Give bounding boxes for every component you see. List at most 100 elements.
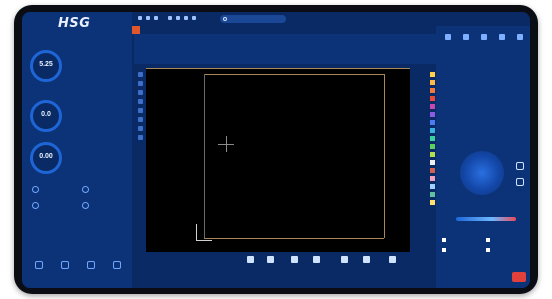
stat-row <box>70 64 128 69</box>
tool-icon[interactable] <box>138 90 143 95</box>
left-bottom-button[interactable] <box>28 258 50 284</box>
power-gauge: 0.0 <box>30 100 62 132</box>
toolbar-icon[interactable] <box>176 16 180 20</box>
layer-color-swatch[interactable] <box>430 152 435 157</box>
work-area-edge <box>204 74 205 238</box>
left-bottom-button[interactable] <box>54 258 76 284</box>
toolbar-icon[interactable] <box>192 16 196 20</box>
panel-button[interactable] <box>476 34 491 42</box>
stat-row <box>70 140 128 145</box>
option-toggle[interactable] <box>32 202 41 209</box>
side-icon[interactable] <box>516 162 524 170</box>
toolbar-icon[interactable] <box>154 16 158 20</box>
stat-row <box>70 106 128 111</box>
toolbar-button[interactable] <box>286 256 302 274</box>
layer-color-swatch[interactable] <box>430 144 435 149</box>
toolbar-button[interactable] <box>262 256 278 274</box>
option-checkbox[interactable] <box>486 248 492 252</box>
layer-color-swatch[interactable] <box>430 184 435 189</box>
stat-row <box>70 56 128 61</box>
tool-icon <box>266 256 274 263</box>
layer-color-swatch[interactable] <box>430 88 435 93</box>
table-row <box>32 212 128 219</box>
option-checkbox[interactable] <box>486 238 492 242</box>
tool-icon <box>516 34 523 40</box>
toolbar-button[interactable] <box>384 256 400 274</box>
toolbar-icon[interactable] <box>138 16 142 20</box>
toolbar-button[interactable] <box>358 256 374 274</box>
toolbar-icon[interactable] <box>146 16 150 20</box>
toolbar-button[interactable] <box>336 256 352 274</box>
panel-button[interactable] <box>440 34 455 42</box>
layer-color-swatch[interactable] <box>430 128 435 133</box>
tool-icon[interactable] <box>138 72 143 77</box>
layer-color-swatch[interactable] <box>430 120 435 125</box>
layer-color-swatch[interactable] <box>430 176 435 181</box>
tool-icon <box>340 256 348 263</box>
layer-color-swatch[interactable] <box>430 72 435 77</box>
tool-icon[interactable] <box>138 81 143 86</box>
origin-marker <box>196 224 197 240</box>
tab-2[interactable] <box>141 26 149 34</box>
stat-row <box>70 48 128 53</box>
stat-row <box>70 114 128 119</box>
left-bottom-buttons <box>26 258 130 284</box>
right-control-panel <box>436 26 530 288</box>
ribbon-toolbar <box>134 34 436 64</box>
layer-color-swatch[interactable] <box>430 168 435 173</box>
tool-icon[interactable] <box>138 108 143 113</box>
panel-button[interactable] <box>494 34 509 42</box>
left-tool-strip <box>136 68 145 252</box>
tool-icon <box>113 261 121 269</box>
app-screen: HSG 5.25 0.0 0.00 <box>22 12 530 288</box>
side-icon[interactable] <box>516 178 524 186</box>
tool-icon[interactable] <box>138 117 143 122</box>
tool-icon[interactable] <box>138 99 143 104</box>
option-checkbox[interactable] <box>442 238 448 242</box>
left-bottom-button[interactable] <box>80 258 102 284</box>
layer-color-swatch[interactable] <box>430 104 435 109</box>
option-toggle[interactable] <box>32 186 41 193</box>
layer-color-swatch[interactable] <box>430 200 435 205</box>
tool-icon[interactable] <box>138 126 143 131</box>
layer-color-swatch[interactable] <box>430 112 435 117</box>
search-input[interactable] <box>220 15 286 23</box>
drawing-canvas[interactable] <box>146 68 410 252</box>
toolbar-icon[interactable] <box>168 16 172 20</box>
option-toggle[interactable] <box>82 186 91 193</box>
table-row <box>32 240 128 247</box>
tool-icon[interactable] <box>138 135 143 140</box>
speed-slider[interactable] <box>456 217 516 221</box>
option-checkbox[interactable] <box>442 248 448 252</box>
stat-row <box>70 98 128 103</box>
layer-color-swatch[interactable] <box>430 160 435 165</box>
tool-icon <box>87 261 95 269</box>
layer-color-swatch[interactable] <box>430 136 435 141</box>
time-gauge: 0.00 <box>30 142 62 174</box>
work-area-edge <box>384 74 385 238</box>
tab-3[interactable] <box>150 26 158 34</box>
top-bar <box>132 12 530 26</box>
option-toggle[interactable] <box>82 202 91 209</box>
bottom-toolbar <box>146 252 436 288</box>
left-bottom-button[interactable] <box>106 258 128 284</box>
power-gauge-value: 0.0 <box>41 111 51 118</box>
toolbar-button[interactable] <box>308 256 324 274</box>
panel-button[interactable] <box>458 34 473 42</box>
layer-color-swatch[interactable] <box>430 96 435 101</box>
tab-start[interactable] <box>132 26 140 34</box>
tool-icon <box>480 34 487 40</box>
layer-color-swatch[interactable] <box>430 192 435 197</box>
panel-button[interactable] <box>512 34 527 42</box>
jog-pad[interactable] <box>460 151 504 195</box>
stop-button[interactable] <box>512 272 526 282</box>
canvas-border <box>146 68 410 69</box>
toolbar-button[interactable] <box>242 256 258 274</box>
tool-icon <box>498 34 505 40</box>
tool-icon <box>246 256 254 263</box>
tool-icon <box>462 34 469 40</box>
work-area-edge <box>204 74 384 75</box>
toolbar-icon[interactable] <box>184 16 188 20</box>
layer-color-swatch[interactable] <box>430 80 435 85</box>
table-row <box>32 219 128 226</box>
